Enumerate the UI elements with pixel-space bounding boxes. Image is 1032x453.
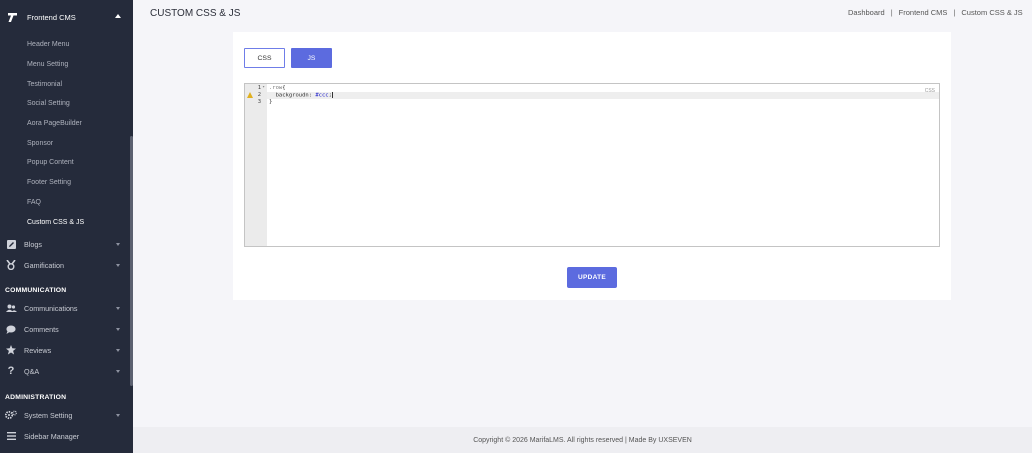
submenu-item-social-setting[interactable]: Social Setting bbox=[0, 94, 133, 114]
submenu-item-header-menu[interactable]: Header Menu bbox=[0, 35, 133, 55]
sidebar-item-comments[interactable]: Comments bbox=[0, 319, 133, 340]
section-administration: ADMINISTRATION bbox=[5, 393, 67, 401]
line-number: 1 ▾ bbox=[257, 85, 265, 91]
sidebar-item-label: Sidebar Manager bbox=[24, 431, 80, 441]
submenu-item-testimonial[interactable]: Testimonial bbox=[0, 74, 133, 94]
submenu-item-menu-setting[interactable]: Menu Setting bbox=[0, 55, 133, 75]
text-cursor bbox=[331, 92, 333, 98]
tab-css[interactable]: CSS bbox=[244, 48, 285, 68]
sidebar-item-label: Comments bbox=[24, 324, 59, 334]
submenu-item-aora-pagebuilder[interactable]: Aora PageBuilder bbox=[0, 114, 133, 134]
breadcrumb-dashboard[interactable]: Dashboard bbox=[848, 8, 885, 17]
chevron-down-icon bbox=[116, 263, 120, 267]
update-button[interactable]: UPDATE bbox=[567, 267, 617, 288]
sidebar-item-label: Q&A bbox=[24, 366, 40, 376]
sidebar-item-label: Frontend CMS bbox=[27, 13, 76, 22]
chevron-down-icon bbox=[116, 413, 120, 417]
submenu-item-faq[interactable]: FAQ bbox=[0, 193, 133, 213]
sidebar-item-system-setting[interactable]: System Setting bbox=[0, 405, 133, 426]
submenu-item-sponsor[interactable]: Sponsor bbox=[0, 133, 133, 153]
code-editor[interactable]: 1 ▾ 2 3 .row{ backgroudn: #ccc; } CSS bbox=[244, 83, 940, 247]
sidebar-item-sidebar-manager[interactable]: Sidebar Manager bbox=[0, 426, 133, 447]
sidebar-item-label: Blogs bbox=[24, 239, 42, 249]
fold-arrow-icon[interactable]: ▾ bbox=[262, 85, 265, 90]
custom-code-card: CSS JS 1 ▾ 2 3 .row{ backgroudn: #ccc; }… bbox=[233, 32, 951, 300]
footer-copyright: Copyright © 2026 MarifaLMS. All rights r… bbox=[133, 427, 1032, 453]
section-communication: COMMUNICATION bbox=[5, 286, 67, 294]
gears-icon bbox=[5, 409, 17, 421]
line-number: 3 bbox=[257, 99, 261, 105]
breadcrumb-separator: | bbox=[890, 8, 893, 17]
menu-icon bbox=[5, 430, 17, 442]
chevron-down-icon bbox=[116, 369, 120, 373]
sidebar-item-label: Reviews bbox=[24, 345, 52, 355]
submenu-frontend-cms: Header Menu Menu Setting Testimonial Soc… bbox=[0, 35, 133, 232]
warning-icon bbox=[247, 92, 253, 98]
sidebar-item-label: System Setting bbox=[24, 410, 73, 420]
sidebar-item-blogs[interactable]: Blogs bbox=[0, 234, 133, 255]
sidebar-item-label: Gamification bbox=[24, 260, 64, 270]
sidebar-item-gamification[interactable]: Gamification bbox=[0, 255, 133, 276]
submenu-item-custom-css-js[interactable]: Custom CSS & JS bbox=[0, 212, 133, 232]
breadcrumb-current: Custom CSS & JS bbox=[961, 8, 1023, 17]
submenu-item-popup-content[interactable]: Popup Content bbox=[0, 153, 133, 173]
chevron-down-icon bbox=[116, 348, 120, 352]
sidebar-item-label: Communications bbox=[24, 303, 78, 313]
sidebar-item-communications[interactable]: Communications bbox=[0, 298, 133, 319]
comment-icon bbox=[5, 323, 17, 335]
line-number: 2 bbox=[245, 92, 267, 99]
page-title: CUSTOM CSS & JS bbox=[150, 8, 241, 19]
star-icon bbox=[5, 344, 17, 356]
chevron-down-icon bbox=[116, 306, 120, 310]
sidebar-item-reviews[interactable]: Reviews bbox=[0, 340, 133, 361]
sidebar-item-frontend-cms[interactable]: Frontend CMS bbox=[0, 0, 133, 35]
active-line-highlight bbox=[267, 92, 939, 99]
chevron-up-icon bbox=[115, 14, 121, 18]
tab-js[interactable]: JS bbox=[291, 48, 332, 68]
code-line: backgroudn: #ccc; bbox=[275, 92, 333, 99]
chevron-down-icon bbox=[116, 327, 120, 331]
chevron-down-icon bbox=[116, 242, 120, 246]
edit-icon bbox=[5, 238, 17, 250]
editor-gutter bbox=[245, 84, 267, 246]
submenu-item-footer-setting[interactable]: Footer Setting bbox=[0, 173, 133, 193]
breadcrumb: Dashboard | Frontend CMS | Custom CSS & JS bbox=[848, 8, 1023, 17]
users-icon bbox=[5, 302, 17, 314]
question-icon: ? bbox=[7, 365, 15, 378]
medal-icon bbox=[5, 259, 17, 271]
breadcrumb-separator: | bbox=[953, 8, 956, 17]
editor-mode-label: CSS bbox=[924, 88, 935, 94]
logo-icon bbox=[6, 12, 18, 24]
sidebar: Frontend CMS Header Menu Menu Setting Te… bbox=[0, 0, 133, 453]
code-line: } bbox=[269, 99, 273, 105]
code-line: .row{ bbox=[269, 85, 286, 91]
sidebar-item-qa[interactable]: ? Q&A bbox=[0, 361, 133, 382]
breadcrumb-frontend-cms[interactable]: Frontend CMS bbox=[899, 8, 948, 17]
